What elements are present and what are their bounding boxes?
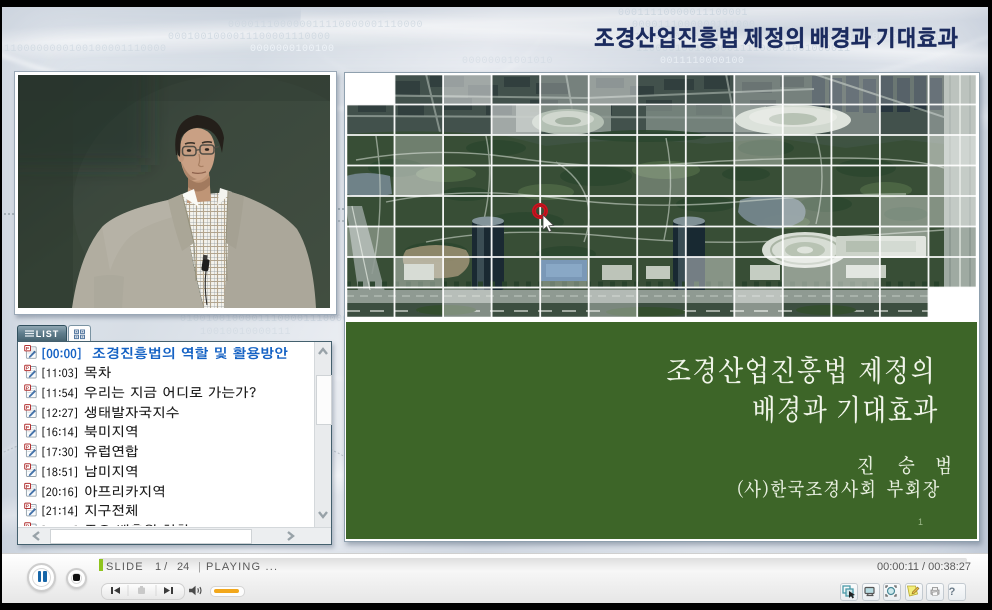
- svg-text:?: ?: [949, 586, 956, 598]
